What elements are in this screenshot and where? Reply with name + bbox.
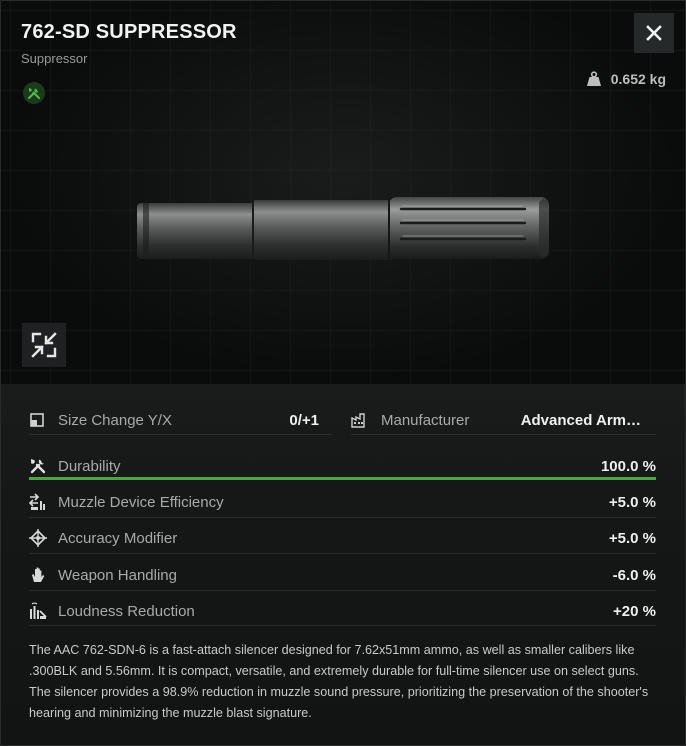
item-description: The AAC 762-SDN-6 is a fast-attach silen… — [29, 643, 649, 720]
durability-bar — [29, 477, 656, 480]
divider — [29, 590, 656, 591]
stat-label: Durability — [58, 457, 121, 475]
stat-value: -6.0 % — [612, 566, 656, 584]
item-stats-section: Size Change Y/X 0/+1 Manufacturer Advanc… — [1, 384, 685, 745]
stat-value: +20 % — [613, 602, 656, 620]
toggle-view-button[interactable] — [22, 323, 66, 367]
divider — [29, 625, 656, 626]
loudness-icon — [29, 602, 47, 620]
muzzle-efficiency-icon — [29, 493, 47, 511]
manufacturer-label: Manufacturer — [381, 411, 470, 429]
stat-row-accuracy: Accuracy Modifier +5.0 % — [29, 523, 656, 553]
stat-label: Loudness Reduction — [58, 602, 195, 620]
weight-icon — [586, 71, 601, 86]
divider — [29, 434, 332, 435]
size-change-label: Size Change Y/X — [58, 411, 172, 429]
stat-label: Accuracy Modifier — [58, 529, 178, 547]
manufacturer-value: Advanced Arm… — [520, 411, 641, 429]
manufacturer-row: Manufacturer Advanced Arm… — [351, 406, 641, 434]
divider — [29, 517, 656, 518]
tools-icon — [29, 457, 47, 475]
stat-row-loudness-reduction: Loudness Reduction +20 % — [29, 596, 656, 626]
item-category: Suppressor — [21, 51, 88, 66]
crosshair-icon — [29, 529, 47, 547]
collapse-arrows-icon — [31, 332, 57, 358]
divider — [29, 553, 656, 554]
stat-row-weapon-handling: Weapon Handling -6.0 % — [29, 560, 656, 590]
hand-icon — [29, 566, 47, 584]
size-change-row: Size Change Y/X 0/+1 — [29, 406, 319, 434]
close-icon — [646, 25, 662, 41]
stat-row-muzzle-efficiency: Muzzle Device Efficiency +5.0 % — [29, 487, 656, 517]
wrench-screwdriver-icon — [23, 82, 45, 104]
item-preview-area: 762-SD SUPPRESSOR Suppressor 0.652 kg — [1, 1, 685, 384]
stat-value: 100.0 % — [600, 457, 656, 475]
weight-value: 0.652 kg — [610, 71, 666, 87]
size-change-icon — [29, 412, 45, 428]
close-button[interactable] — [634, 13, 674, 53]
stat-label: Muzzle Device Efficiency — [58, 493, 224, 511]
durability-bar-fill — [29, 477, 656, 480]
stat-value: +5.0 % — [608, 529, 656, 547]
suppressor-image — [135, 193, 555, 268]
stat-label: Weapon Handling — [58, 566, 177, 584]
stat-value: +5.0 % — [608, 493, 656, 511]
item-weight: 0.652 kg — [586, 71, 666, 87]
item-title: 762-SD SUPPRESSOR — [21, 21, 237, 43]
item-inspect-panel: 762-SD SUPPRESSOR Suppressor 0.652 kg Si… — [0, 0, 686, 746]
factory-icon — [351, 412, 367, 428]
size-change-value: 0/+1 — [289, 411, 319, 429]
divider — [351, 434, 656, 435]
